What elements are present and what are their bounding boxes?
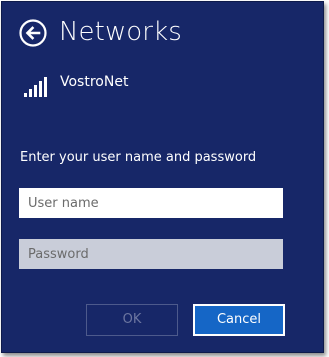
ok-button[interactable]: OK	[86, 304, 178, 336]
back-button[interactable]	[19, 19, 47, 47]
network-item: VostroNet	[24, 72, 224, 100]
wifi-signal-bars-icon	[24, 76, 48, 98]
network-credentials-panel: Networks VostroNet Enter your user name …	[1, 1, 324, 353]
back-arrow-circle-icon	[19, 19, 47, 47]
page-title: Networks	[59, 17, 182, 47]
network-name: VostroNet	[60, 74, 129, 90]
cancel-button[interactable]: Cancel	[193, 304, 285, 336]
username-input[interactable]	[19, 188, 283, 218]
credentials-prompt: Enter your user name and password	[20, 150, 257, 165]
password-input[interactable]	[19, 239, 283, 269]
